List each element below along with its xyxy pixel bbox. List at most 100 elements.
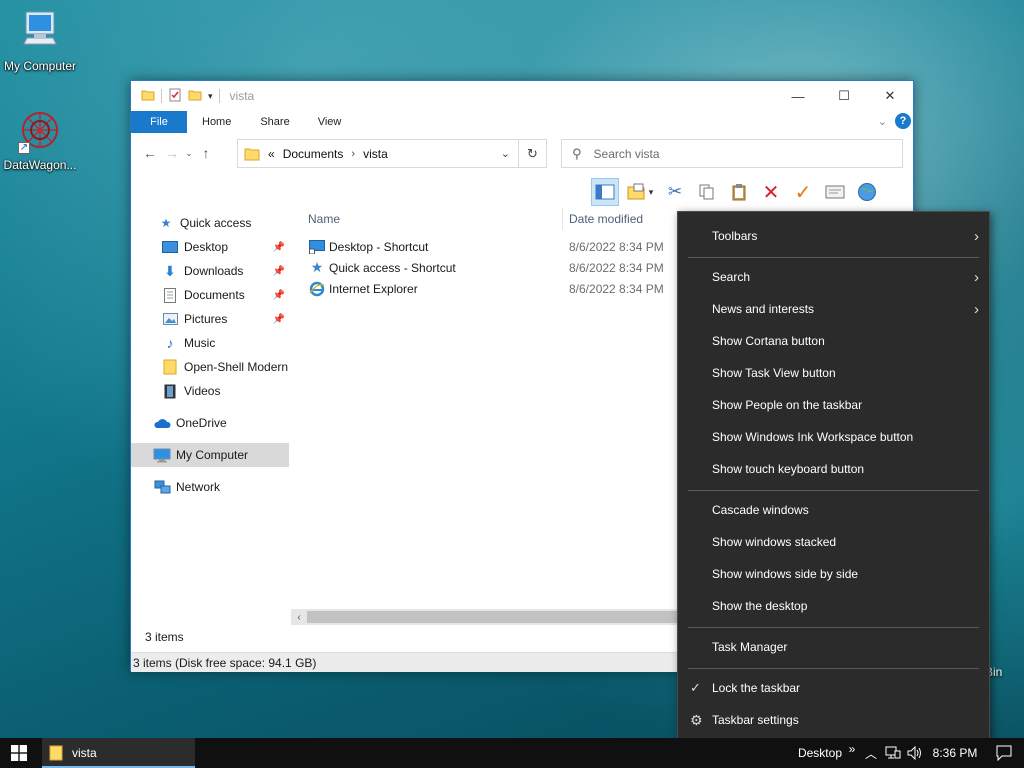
network-tray-icon[interactable] (882, 746, 904, 760)
action-center-button[interactable] (984, 745, 1024, 761)
nav-downloads[interactable]: ⬇ Downloads 📌 (131, 259, 289, 283)
menu-item-lock-taskbar[interactable]: ✓ Lock the taskbar (678, 672, 989, 704)
horizontal-scrollbar[interactable]: ‹ (291, 609, 681, 625)
refresh-button[interactable]: ↻ (519, 139, 547, 168)
menu-item-show-touch-keyboard[interactable]: Show touch keyboard button (678, 453, 989, 485)
menu-item-taskbar-settings[interactable]: ⚙ Taskbar settings (678, 704, 989, 736)
chevron-right-icon: › (974, 227, 979, 245)
desktop-toolbar[interactable]: Desktop (798, 746, 844, 760)
menu-item-show-task-view[interactable]: Show Task View button (678, 357, 989, 389)
address-overflow[interactable]: « (268, 147, 275, 161)
menu-label: Task Manager (712, 640, 788, 654)
scroll-left-icon[interactable]: ‹ (291, 612, 307, 623)
address-dropdown-icon[interactable]: ⌄ (501, 147, 510, 160)
menu-label: Show the desktop (712, 599, 808, 613)
properties-icon[interactable] (168, 88, 182, 105)
delete-icon[interactable]: ✕ (757, 178, 785, 206)
expand-ribbon-icon[interactable]: ⌄ (878, 115, 887, 128)
paste-icon[interactable] (725, 178, 753, 206)
pin-icon[interactable]: 📌 (273, 242, 285, 253)
menu-separator (688, 627, 979, 628)
properties-check-icon[interactable]: ✓ (789, 178, 817, 206)
volume-icon[interactable] (904, 746, 926, 760)
desktop-icon-label: My Computer (3, 59, 77, 73)
nav-music[interactable]: ♪ Music (131, 331, 289, 355)
tab-home[interactable]: Home (187, 111, 246, 133)
nav-pictures[interactable]: Pictures 📌 (131, 307, 289, 331)
menu-label: Show Windows Ink Workspace button (712, 430, 914, 444)
navigation-bar: ← → ⌄ ↑ « Documents › vista ⌄ ↻ ⚲ Search… (131, 133, 913, 173)
menu-label: Cascade windows (712, 503, 809, 517)
breadcrumb-vista[interactable]: vista (363, 147, 388, 161)
folder-icon (244, 146, 260, 162)
move-to-icon[interactable]: ▾ (623, 178, 657, 206)
customize-qat-icon[interactable]: ▾ (208, 91, 213, 102)
maximize-button[interactable]: ☐ (821, 81, 867, 111)
desktop-toolbar-label: Desktop (797, 746, 842, 760)
taskbar-app-vista[interactable]: vista (42, 738, 195, 768)
title-bar[interactable]: ▾ vista — ☐ ✕ (131, 81, 913, 111)
back-button[interactable]: ← (139, 145, 161, 161)
nav-videos[interactable]: Videos (131, 379, 289, 403)
up-button[interactable]: ↑ (195, 145, 217, 161)
globe-icon[interactable] (853, 178, 881, 206)
chevron-right-icon[interactable]: › (351, 148, 355, 160)
minimize-button[interactable]: — (775, 81, 821, 111)
tab-file[interactable]: File (131, 111, 187, 133)
start-button[interactable] (0, 738, 38, 768)
nav-onedrive[interactable]: OneDrive (131, 411, 289, 435)
pin-icon[interactable]: 📌 (273, 290, 285, 301)
clock[interactable]: 8:36 PM (926, 746, 984, 760)
address-bar[interactable]: « Documents › vista ⌄ (237, 139, 519, 168)
menu-item-show-people[interactable]: Show People on the taskbar (678, 389, 989, 421)
cut-icon[interactable]: ✂ (661, 178, 689, 206)
desktop-icon-datawagon[interactable]: ↗ DataWagon... (0, 108, 80, 172)
close-button[interactable]: ✕ (867, 81, 913, 111)
desktop-folder-icon (161, 239, 179, 255)
tab-share[interactable]: Share (246, 111, 303, 133)
menu-label: Lock the taskbar (712, 681, 801, 695)
menu-item-show-ink-workspace[interactable]: Show Windows Ink Workspace button (678, 421, 989, 453)
desktop-icon-my-computer[interactable]: My Computer (0, 10, 80, 73)
search-input[interactable]: ⚲ Search vista (561, 139, 903, 168)
scrollbar-thumb[interactable] (307, 611, 679, 623)
nav-label: My Computer (176, 448, 249, 462)
recent-locations-button[interactable]: ⌄ (183, 148, 195, 159)
windows-logo-icon (11, 745, 27, 761)
pin-icon[interactable]: 📌 (273, 266, 285, 277)
menu-item-task-manager[interactable]: Task Manager (678, 631, 989, 663)
menu-item-news-and-interests[interactable]: News and interests › (678, 293, 989, 325)
column-header-name[interactable]: Name (308, 212, 340, 226)
menu-item-toolbars[interactable]: Toolbars › (678, 220, 989, 252)
download-arrow-icon: ⬇ (164, 262, 176, 279)
help-icon[interactable]: ? (895, 113, 911, 129)
menu-item-search[interactable]: Search › (678, 261, 989, 293)
nav-documents[interactable]: Documents 📌 (131, 283, 289, 307)
menu-item-side-by-side[interactable]: Show windows side by side (678, 558, 989, 590)
menu-item-show-desktop[interactable]: Show the desktop (678, 590, 989, 622)
window-title: vista (229, 89, 255, 103)
copy-icon[interactable] (693, 178, 721, 206)
tab-view[interactable]: View (304, 111, 356, 133)
nav-my-computer[interactable]: My Computer (131, 443, 289, 467)
show-hidden-icons-button[interactable]: ︿ (860, 745, 882, 762)
column-header-date-modified[interactable]: Date modified (569, 212, 643, 226)
menu-item-windows-stacked[interactable]: Show windows stacked (678, 526, 989, 558)
menu-item-show-cortana[interactable]: Show Cortana button (678, 325, 989, 357)
nav-quick-access[interactable]: ★ Quick access (131, 211, 289, 235)
new-folder-icon[interactable] (188, 88, 202, 105)
breadcrumb-documents[interactable]: Documents (283, 147, 344, 161)
nav-desktop[interactable]: Desktop 📌 (131, 235, 289, 259)
menu-item-cascade-windows[interactable]: Cascade windows (678, 494, 989, 526)
taskbar-app-label: vista (72, 746, 97, 760)
nav-network[interactable]: Network (131, 475, 289, 499)
toolbar-chevron[interactable]: » (844, 742, 860, 756)
taskbar[interactable]: vista Desktop » ︿ 8:36 PM (0, 738, 1024, 768)
email-icon[interactable] (821, 178, 849, 206)
chevron-right-icon: › (974, 268, 979, 286)
forward-button[interactable]: → (161, 145, 183, 161)
quick-access-shortcut-icon: ★ (310, 259, 324, 275)
pin-icon[interactable]: 📌 (273, 314, 285, 325)
nav-open-shell[interactable]: Open-Shell Modern (131, 355, 289, 379)
navigation-pane-button[interactable] (591, 178, 619, 206)
